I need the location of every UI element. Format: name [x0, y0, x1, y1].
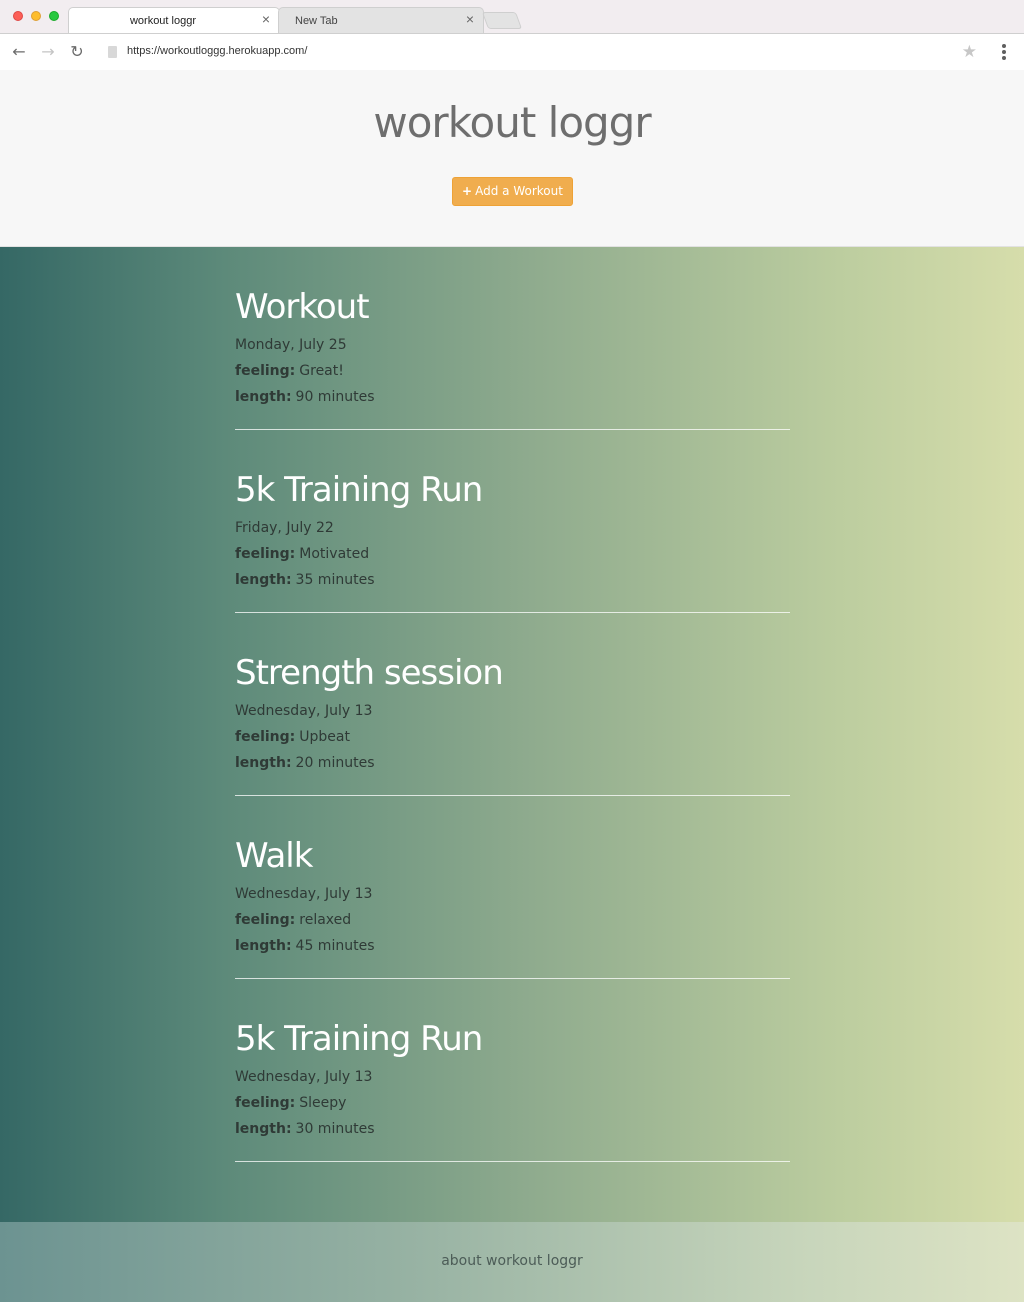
page-header: workout loggr + Add a Workout — [0, 70, 1024, 247]
length-value: 35 minutes — [295, 572, 375, 588]
about-link[interactable]: about workout loggr — [0, 1253, 1024, 1269]
workout-entry: Strength session Wednesday, July 13 feel… — [235, 613, 790, 796]
window-maximize-button[interactable] — [49, 11, 59, 21]
feeling-value: Motivated — [299, 546, 370, 562]
tab-strip: workout loggr × New Tab × — [0, 0, 1024, 33]
feeling-value: relaxed — [299, 912, 352, 928]
workout-entry: Walk Wednesday, July 13 feeling: relaxed … — [235, 796, 790, 979]
feeling-value: Sleepy — [299, 1095, 347, 1111]
workout-entry: 5k Training Run Friday, July 22 feeling:… — [235, 430, 790, 613]
workout-title[interactable]: 5k Training Run — [235, 470, 483, 510]
length-label: length: — [235, 938, 292, 954]
tab-title: workout loggr — [129, 15, 197, 27]
workout-feeling: feeling: Sleepy — [235, 1095, 346, 1111]
workout-date: Friday, July 22 — [235, 520, 334, 536]
length-value: 20 minutes — [295, 755, 375, 771]
workout-entry: 5k Training Run Wednesday, July 13 feeli… — [235, 979, 790, 1162]
forward-arrow-icon[interactable]: → — [38, 42, 58, 62]
workout-feeling: feeling: Motivated — [235, 546, 369, 562]
close-icon[interactable]: × — [466, 11, 474, 27]
tab-new-tab[interactable]: New Tab × — [278, 7, 484, 33]
browser-chrome: workout loggr × New Tab × ← → ↻ https://… — [0, 0, 1024, 70]
url-text[interactable]: https://workoutloggg.herokuapp.com/ — [127, 45, 307, 57]
feeling-label: feeling: — [235, 546, 296, 562]
page-title: workout loggr — [373, 98, 651, 147]
feeling-value: Great! — [299, 363, 344, 379]
length-label: length: — [235, 1121, 292, 1137]
feeling-label: feeling: — [235, 912, 296, 928]
reload-icon[interactable]: ↻ — [67, 42, 87, 62]
close-icon[interactable]: × — [262, 11, 270, 27]
add-workout-button[interactable]: + Add a Workout — [452, 177, 573, 206]
length-label: length: — [235, 572, 292, 588]
workout-title[interactable]: Strength session — [235, 653, 504, 693]
workout-date: Wednesday, July 13 — [235, 703, 373, 719]
address-bar[interactable]: https://workoutloggg.herokuapp.com/ ★ — [99, 38, 985, 66]
workout-feeling: feeling: relaxed — [235, 912, 351, 928]
new-tab-button[interactable] — [481, 12, 523, 29]
workout-title[interactable]: Walk — [235, 836, 313, 876]
workout-feeling: feeling: Great! — [235, 363, 344, 379]
workout-list: Workout Monday, July 25 feeling: Great! l… — [235, 247, 790, 1162]
plus-icon: + — [462, 184, 473, 198]
tab-workout-loggr[interactable]: workout loggr × — [68, 7, 280, 33]
workout-date: Wednesday, July 13 — [235, 1069, 373, 1085]
add-workout-label: Add a Workout — [475, 184, 563, 198]
workout-length: length: 35 minutes — [235, 572, 374, 588]
feeling-value: Upbeat — [299, 729, 350, 745]
workout-entry: Workout Monday, July 25 feeling: Great! l… — [235, 247, 790, 430]
back-arrow-icon[interactable]: ← — [9, 42, 29, 62]
browser-menu-icon[interactable] — [996, 44, 1012, 62]
workout-length: length: 30 minutes — [235, 1121, 374, 1137]
workout-list-section: Workout Monday, July 25 feeling: Great! l… — [0, 247, 1024, 1222]
window-close-button[interactable] — [13, 11, 23, 21]
length-label: length: — [235, 755, 292, 771]
feeling-label: feeling: — [235, 729, 296, 745]
length-label: length: — [235, 389, 292, 405]
workout-date: Wednesday, July 13 — [235, 886, 373, 902]
feeling-label: feeling: — [235, 1095, 296, 1111]
page-icon — [108, 46, 117, 58]
workout-title[interactable]: Workout — [235, 287, 370, 327]
length-value: 90 minutes — [295, 389, 375, 405]
workout-length: length: 90 minutes — [235, 389, 374, 405]
length-value: 45 minutes — [295, 938, 375, 954]
bookmark-star-icon[interactable]: ★ — [962, 42, 977, 62]
browser-toolbar: ← → ↻ https://workoutloggg.herokuapp.com… — [0, 33, 1024, 70]
workout-length: length: 45 minutes — [235, 938, 374, 954]
workout-length: length: 20 minutes — [235, 755, 374, 771]
feeling-label: feeling: — [235, 363, 296, 379]
page-footer: about workout loggr — [0, 1222, 1024, 1302]
length-value: 30 minutes — [295, 1121, 375, 1137]
workout-date: Monday, July 25 — [235, 337, 347, 353]
workout-feeling: feeling: Upbeat — [235, 729, 350, 745]
workout-title[interactable]: 5k Training Run — [235, 1019, 483, 1059]
tab-title: New Tab — [295, 15, 338, 27]
window-minimize-button[interactable] — [31, 11, 41, 21]
